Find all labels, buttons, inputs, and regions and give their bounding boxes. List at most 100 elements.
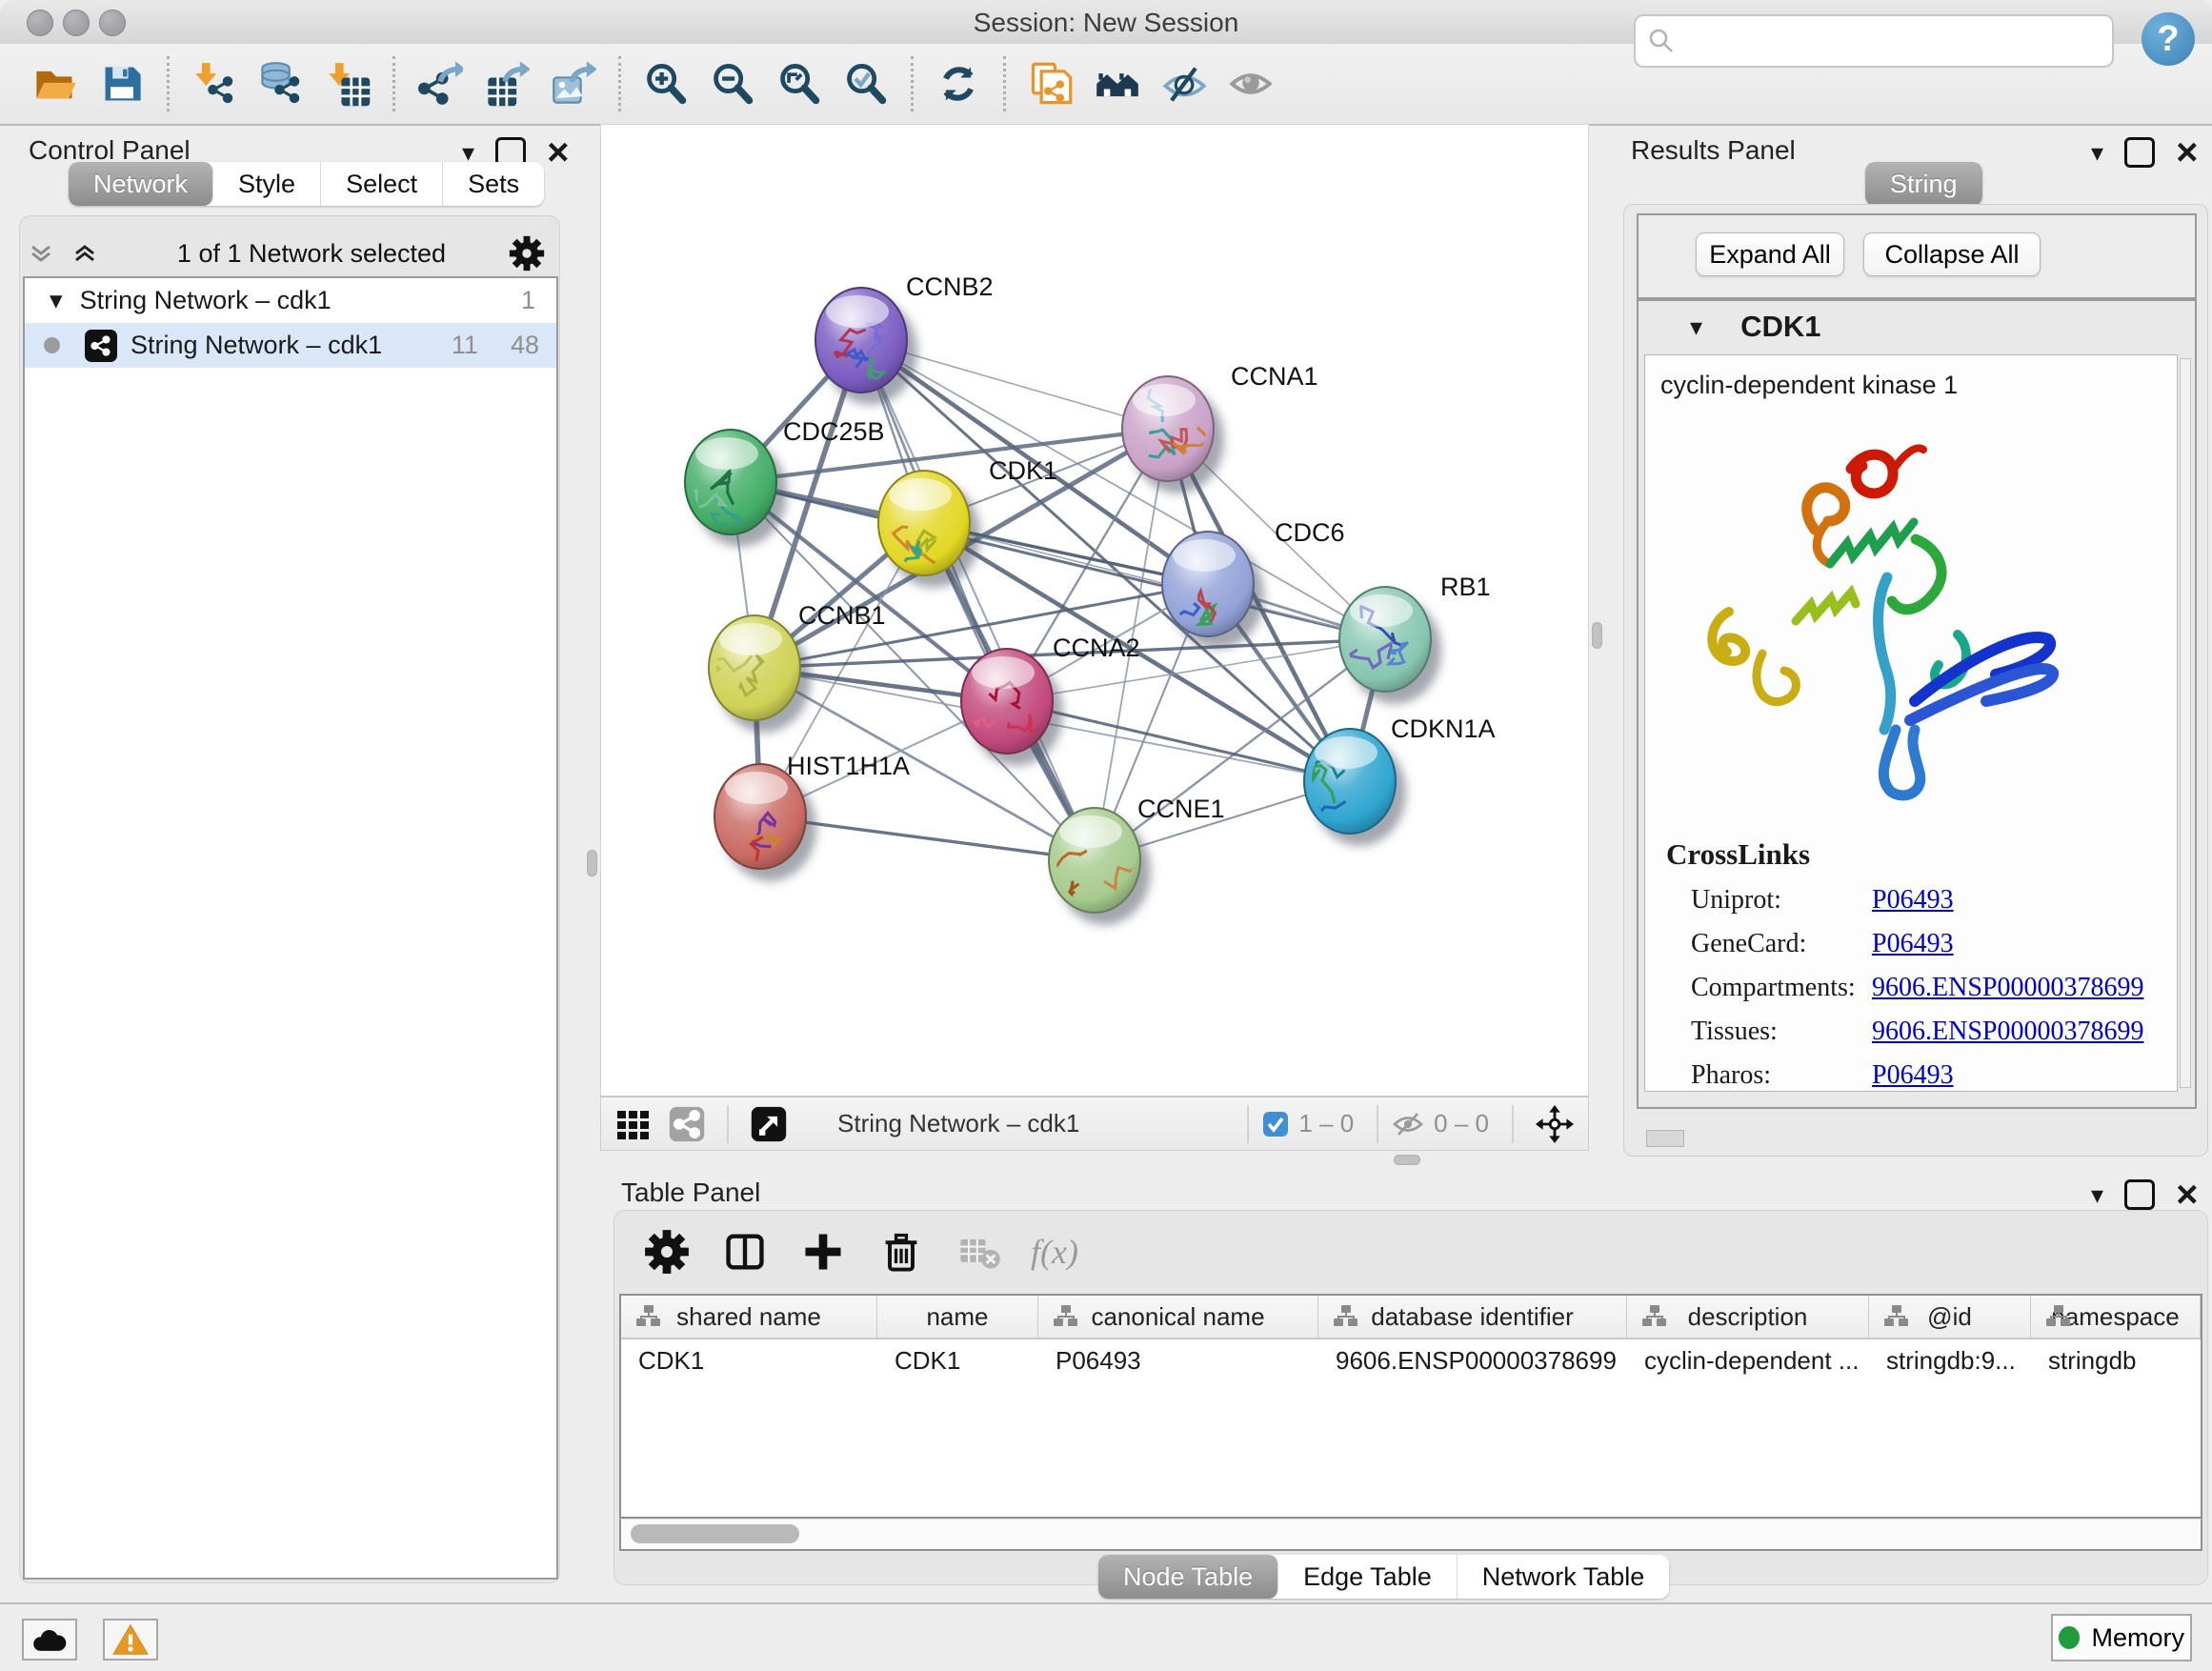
cdk1-section-header[interactable]: ▾ CDK1 — [1637, 299, 2193, 354]
help-button[interactable]: ? — [2142, 12, 2195, 66]
import-table-button[interactable] — [321, 57, 374, 111]
zoom-in-button[interactable] — [639, 57, 693, 111]
crosslink-link-pharos[interactable]: P06493 — [1872, 1060, 1954, 1091]
network-edge-HIST1H1A-CCNE1[interactable] — [760, 816, 1095, 860]
table-cell[interactable]: CDK1 — [877, 1339, 1038, 1381]
tab-select[interactable]: Select — [321, 162, 443, 206]
network-node-CCNE1[interactable]: CCNE1 — [1034, 795, 1225, 913]
right-splitter-handle[interactable] — [1592, 622, 1602, 649]
zoom-out-button[interactable] — [706, 57, 759, 111]
table-row[interactable]: CDK1CDK1P064939606.ENSP00000378699cyclin… — [621, 1339, 2201, 1381]
string-home-button[interactable] — [1091, 57, 1144, 111]
network-node-CDK1[interactable]: CDK1 — [878, 456, 1057, 575]
panel-menu-icon[interactable]: ▾ — [2091, 1182, 2103, 1207]
confidence-button[interactable] — [1157, 57, 1211, 111]
table-horizontal-scrollbar[interactable] — [619, 1519, 2202, 1551]
memory-button[interactable]: Memory — [2051, 1614, 2192, 1661]
show-results-button[interactable] — [1224, 57, 1277, 111]
crosslink-link-uniprot[interactable]: P06493 — [1872, 885, 1954, 916]
node-label-CCNA2: CCNA2 — [1053, 634, 1140, 662]
table-cell[interactable]: stringdb — [2031, 1339, 2201, 1381]
tab-network-table[interactable]: Network Table — [1458, 1555, 1670, 1599]
birds-eye-view-icon[interactable] — [750, 1105, 788, 1143]
add-column-icon[interactable] — [796, 1225, 850, 1278]
save-session-button[interactable] — [95, 57, 149, 111]
tab-sets[interactable]: Sets — [443, 162, 544, 206]
network-canvas[interactable]: CCNB2 CCNA1 CDC25B CDK1 CDC6 RB1 CCNB1 C… — [600, 124, 1589, 1097]
zoom-selected-button[interactable] — [839, 57, 893, 111]
table-cell[interactable]: P06493 — [1038, 1339, 1318, 1381]
bottom-splitter-handle[interactable] — [1394, 1155, 1420, 1165]
tab-string[interactable]: String — [1865, 162, 1982, 206]
close-panel-icon[interactable]: × — [2176, 1182, 2198, 1207]
network-collection-row[interactable]: ▾ String Network – cdk1 1 — [25, 278, 556, 323]
network-node-RB1[interactable]: RB1 — [1339, 573, 1491, 692]
left-splitter-handle[interactable] — [587, 850, 597, 876]
function-builder-icon[interactable]: f(x) — [1031, 1232, 1078, 1272]
section-collapse-icon[interactable]: ▾ — [1690, 312, 1702, 342]
column-header-canonical-name[interactable]: canonical name — [1038, 1296, 1318, 1338]
network-options-gear-icon[interactable] — [509, 235, 545, 272]
export-table-button[interactable] — [480, 57, 533, 111]
crosslink-link-compartments[interactable]: 9606.ENSP00000378699 — [1872, 973, 2143, 1003]
delete-table-icon[interactable] — [953, 1225, 1006, 1278]
float-panel-icon[interactable] — [2124, 137, 2155, 168]
string-import-button[interactable] — [1024, 57, 1077, 111]
export-image-button[interactable] — [547, 57, 600, 111]
float-panel-icon[interactable] — [2124, 1179, 2155, 1210]
close-panel-icon[interactable]: × — [547, 140, 569, 165]
crosslink-link-tissues[interactable]: 9606.ENSP00000378699 — [1872, 1017, 2143, 1047]
crosslink-link-genecard[interactable]: P06493 — [1872, 929, 1954, 959]
results-scrollbar[interactable] — [2180, 358, 2191, 1088]
column-header-database-identifier[interactable]: database identifier — [1318, 1296, 1627, 1338]
cloud-status-icon[interactable] — [22, 1619, 77, 1661]
table-cell[interactable]: cyclin-dependent ... — [1627, 1339, 1869, 1381]
delete-column-trash-icon[interactable] — [875, 1225, 928, 1278]
tab-edge-table[interactable]: Edge Table — [1278, 1555, 1458, 1599]
expand-all-button[interactable]: Expand All — [1696, 232, 1844, 276]
collapse-all-button[interactable]: Collapse All — [1863, 232, 2041, 276]
tab-node-table[interactable]: Node Table — [1098, 1555, 1278, 1599]
fit-content-crosshair-icon[interactable] — [1535, 1104, 1575, 1144]
column-header-name[interactable]: name — [877, 1296, 1038, 1338]
tab-network[interactable]: Network — [69, 162, 213, 206]
export-network-button[interactable] — [413, 57, 467, 111]
network-node-CCNA1[interactable]: CCNA1 — [1122, 362, 1318, 481]
hidden-eye-slash-icon[interactable] — [1392, 1110, 1424, 1138]
table-options-gear-icon[interactable] — [640, 1225, 694, 1278]
collapse-all-networks-icon[interactable] — [70, 244, 99, 263]
search-input[interactable] — [1685, 21, 2102, 61]
network-node-HIST1H1A[interactable]: HIST1H1A — [714, 752, 910, 884]
scrollbar-thumb[interactable] — [631, 1524, 799, 1543]
collection-collapse-icon[interactable]: ▾ — [50, 286, 63, 315]
show-columns-icon[interactable] — [718, 1225, 772, 1278]
network-node-CCNB2[interactable]: CCNB2 — [815, 272, 994, 393]
crosslink-row: Pharos:P06493 — [1691, 1060, 2177, 1091]
column-header-description[interactable]: description — [1627, 1296, 1869, 1338]
warning-status-icon[interactable] — [103, 1619, 158, 1661]
refresh-layout-button[interactable] — [932, 57, 985, 111]
table-cell[interactable]: CDK1 — [621, 1339, 877, 1381]
import-network-database-icon — [258, 61, 304, 107]
column-header-namespace[interactable]: namespace — [2031, 1296, 2201, 1338]
import-network-button[interactable] — [188, 57, 241, 111]
network-view-icon[interactable] — [668, 1105, 706, 1143]
table-cell[interactable]: stringdb:9... — [1869, 1339, 2031, 1381]
network-edge-CCNB2-CCNE1[interactable] — [861, 340, 1095, 860]
column-header-id[interactable]: @id — [1869, 1296, 2031, 1338]
network-row[interactable]: String Network – cdk1 11 48 — [25, 323, 556, 368]
network-edge-CCNA2-CDKN1A[interactable] — [1007, 701, 1350, 781]
tab-style[interactable]: Style — [213, 162, 321, 206]
table-cell[interactable]: 9606.ENSP00000378699 — [1318, 1339, 1627, 1381]
selected-checkbox-icon[interactable] — [1262, 1111, 1289, 1137]
close-panel-icon[interactable]: × — [2176, 140, 2198, 165]
zoom-fit-button[interactable] — [773, 57, 826, 111]
column-header-shared-name[interactable]: shared name — [621, 1296, 877, 1338]
import-network-database-button[interactable] — [254, 57, 308, 111]
network-node-CCNB1[interactable]: CCNB1 — [709, 601, 886, 720]
panel-menu-icon[interactable]: ▾ — [2091, 140, 2103, 165]
expand-all-networks-icon[interactable] — [27, 244, 55, 263]
network-edge-CCNB2-CCNA1[interactable] — [861, 340, 1168, 429]
grid-view-icon[interactable] — [614, 1105, 653, 1143]
open-session-button[interactable] — [29, 57, 82, 111]
